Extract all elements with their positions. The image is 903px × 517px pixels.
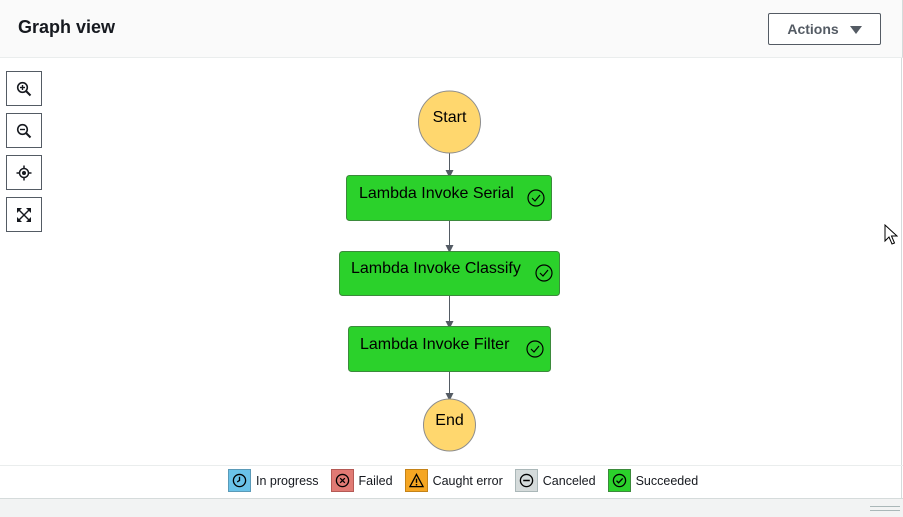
- resize-bar[interactable]: [0, 498, 903, 517]
- legend-item-failed: Failed: [330, 469, 393, 492]
- zoom-in-icon: [16, 81, 32, 96]
- legend-item-succeeded: Succeeded: [607, 469, 699, 492]
- fit-screen-button[interactable]: [6, 197, 42, 232]
- clock-icon: [228, 469, 251, 492]
- legend-label: Canceled: [542, 473, 596, 488]
- zoom-in-button[interactable]: [6, 71, 42, 106]
- resize-grip-icon[interactable]: [870, 506, 900, 511]
- center-button[interactable]: [6, 155, 42, 190]
- warning-icon: [404, 469, 428, 492]
- zoom-out-icon: [16, 123, 32, 138]
- center-icon: [16, 165, 32, 180]
- minus-circle-icon: [514, 469, 538, 492]
- state-node-lambda-invoke-classify[interactable]: Lambda Invoke Classify: [339, 251, 560, 296]
- start-label: Start: [433, 109, 467, 126]
- state-label: Lambda Invoke Filter: [360, 336, 510, 353]
- legend-item-in-progress: In progress: [228, 469, 319, 492]
- legend-item-canceled: Canceled: [514, 469, 596, 492]
- end-node[interactable]: End: [423, 398, 476, 452]
- start-node[interactable]: Start: [418, 90, 481, 154]
- status-legend: In progress Failed Caught error Canceled…: [228, 469, 710, 492]
- fit-screen-icon: [17, 207, 31, 222]
- state-label: Lambda Invoke Classify: [351, 260, 521, 277]
- x-circle-icon: [330, 469, 354, 492]
- mouse-cursor-icon: [884, 224, 898, 245]
- legend-label: In progress: [256, 473, 319, 488]
- check-circle-icon: [607, 469, 631, 492]
- end-label: End: [435, 412, 463, 429]
- legend-label: Failed: [358, 473, 393, 488]
- legend-item-caught-error: Caught error: [404, 469, 503, 492]
- state-node-lambda-invoke-serial[interactable]: Lambda Invoke Serial: [346, 175, 552, 221]
- zoom-out-button[interactable]: [6, 113, 42, 148]
- graph-view-panel: Graph view Actions Start Lambda Invoke S…: [0, 0, 903, 517]
- legend-label: Succeeded: [635, 473, 699, 488]
- graph-canvas[interactable]: Start Lambda Invoke Serial Lambda Invoke…: [0, 0, 903, 517]
- legend-label: Caught error: [432, 473, 503, 488]
- state-node-lambda-invoke-filter[interactable]: Lambda Invoke Filter: [348, 326, 551, 372]
- state-label: Lambda Invoke Serial: [359, 185, 514, 202]
